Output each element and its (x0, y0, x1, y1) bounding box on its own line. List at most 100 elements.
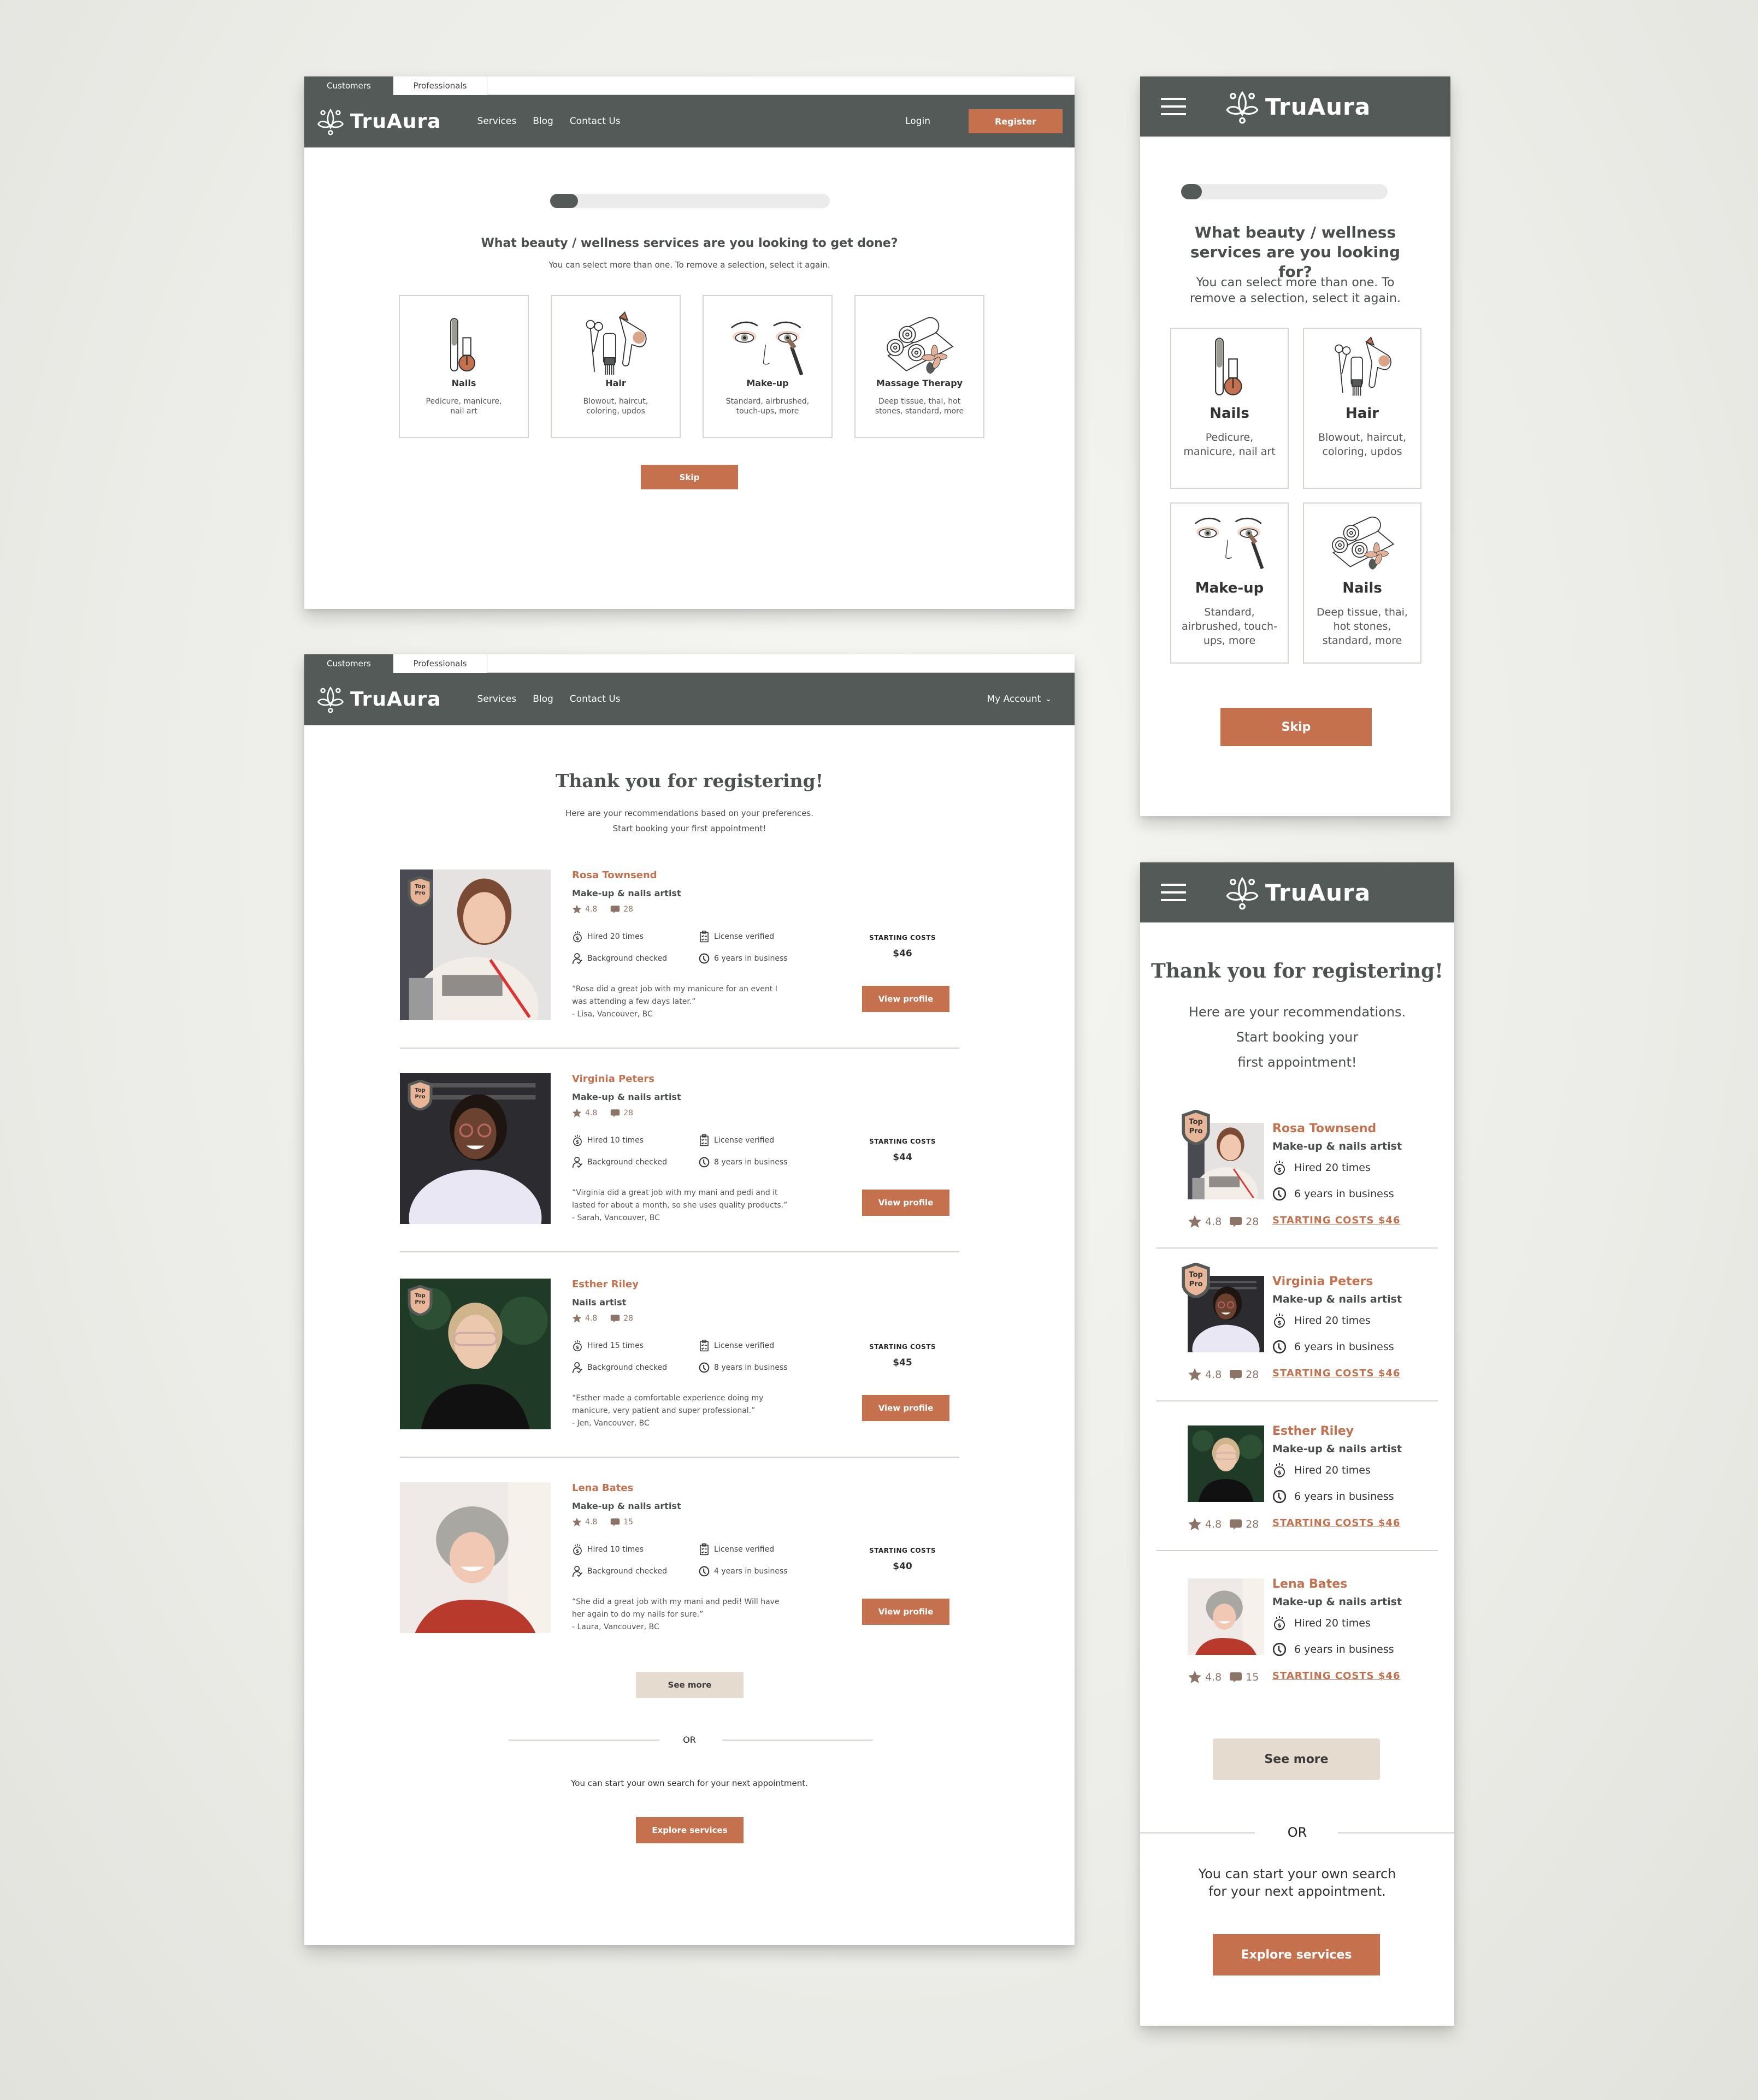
logo[interactable]: TruAura (316, 685, 441, 713)
reviews-bubble-icon (610, 904, 620, 914)
lotus-logo-icon (316, 107, 345, 135)
nav-contact-link[interactable]: Contact Us (570, 116, 621, 127)
nav-contact-link[interactable]: Contact Us (570, 694, 621, 705)
service-card[interactable]: Nails Deep tissue, thai, hot stones, sta… (1303, 502, 1421, 664)
rating: 4.8 (585, 1518, 598, 1527)
reviews-bubble-icon (610, 1314, 620, 1323)
service-card-massage[interactable]: Massage Therapy Deep tissue, thai, hot s… (854, 295, 984, 438)
question-subtitle: You can select more than one. To remove … (1190, 276, 1401, 305)
hired-coin-icon (1272, 1160, 1287, 1175)
pro-name[interactable]: Rosa Townsend (1272, 1122, 1376, 1135)
pro-role: Nails artist (572, 1297, 627, 1308)
view-profile-button[interactable]: View profile (862, 1395, 949, 1421)
rating: 4.8 (1205, 1671, 1222, 1683)
nav-blog-link[interactable]: Blog (533, 694, 553, 705)
pro-divider (1157, 1550, 1438, 1551)
service-desc: Deep tissue, thai, hot stones, standard,… (1317, 606, 1408, 647)
view-profile-button[interactable]: View profile (862, 986, 949, 1012)
license-verified: License verified (714, 1136, 775, 1145)
hired-count: Hired 20 times (1294, 1162, 1371, 1174)
service-card[interactable]: Nails Pedicure, manicure, nail art (1170, 328, 1289, 489)
service-card-makeup[interactable]: Make-up Standard, airbrushed, touch-ups,… (703, 295, 833, 438)
hamburger-menu-icon[interactable] (1161, 884, 1186, 901)
years-in-business: 6 years in business (1294, 1188, 1394, 1200)
rating: 4.8 (1205, 1216, 1222, 1228)
quote-author: - Jen, Vancouver, BC (572, 1419, 650, 1428)
years-in-business: 8 years in business (714, 1363, 788, 1372)
clock-icon (1272, 1186, 1287, 1202)
service-card-nails[interactable]: Nails Pedicure, manicure, nail art (399, 295, 529, 438)
pro-name[interactable]: Rosa Townsend (572, 869, 657, 881)
explore-services-button[interactable]: Explore services (1213, 1934, 1380, 1975)
review-quote: “She did a great job with my mani and pe… (572, 1596, 840, 1634)
audience-tabs: Customers Professionals (304, 654, 1075, 673)
or-divider-right (1338, 1832, 1454, 1833)
logo[interactable]: TruAura (1225, 89, 1371, 124)
clipboard-check-icon (699, 1134, 710, 1146)
lotus-logo-icon (316, 685, 345, 713)
view-profile-button[interactable]: View profile (862, 1599, 949, 1625)
starting-cost: $46 (893, 948, 912, 959)
hired-count: Hired 20 times (587, 932, 644, 941)
service-name: Hair (1345, 405, 1379, 422)
reviews-bubble-icon (1229, 1518, 1242, 1531)
nav-blog-link[interactable]: Blog (533, 116, 553, 127)
pro-name[interactable]: Lena Bates (572, 1482, 633, 1494)
starting-costs-link[interactable]: STARTING COSTS $46 (1272, 1215, 1400, 1226)
hired-count: Hired 20 times (1294, 1617, 1371, 1629)
starting-costs-link[interactable]: STARTING COSTS $46 (1272, 1670, 1400, 1682)
tab-customers[interactable]: Customers (304, 654, 393, 673)
badge-pro: Pro (1189, 1280, 1203, 1288)
towels-icon (884, 311, 955, 377)
tab-professionals[interactable]: Professionals (393, 76, 487, 95)
pro-name[interactable]: Esther Riley (572, 1279, 639, 1290)
lena-photo[interactable] (400, 1482, 551, 1633)
service-card-hair[interactable]: Hair Blowout, haircut, coloring, updos (551, 295, 681, 438)
nav-services-link[interactable]: Services (477, 116, 517, 127)
tabs-filler (487, 654, 1075, 673)
see-more-button[interactable]: See more (636, 1672, 744, 1698)
reviews-bubble-icon (610, 1517, 620, 1527)
tab-customers[interactable]: Customers (304, 76, 393, 95)
pro-name[interactable]: Esther Riley (1272, 1424, 1354, 1438)
badge-top: Top (415, 884, 426, 890)
tab-professionals[interactable]: Professionals (393, 654, 487, 673)
lena-photo[interactable] (1188, 1578, 1264, 1655)
my-account-menu[interactable]: My Account ⌄ (987, 694, 1052, 705)
top-pro-badge: Top Pro (408, 876, 433, 907)
skip-button[interactable]: Skip (1220, 708, 1372, 746)
pro-card: Esther Riley Make-up & nails artist Hire… (1151, 1412, 1443, 1554)
star-icon (572, 1517, 582, 1527)
logo[interactable]: TruAura (316, 107, 441, 135)
starting-costs-link[interactable]: STARTING COSTS $46 (1272, 1368, 1400, 1379)
audience-tabs: Customers Professionals (304, 76, 1075, 95)
hamburger-menu-icon[interactable] (1161, 98, 1186, 115)
esther-photo[interactable] (1188, 1425, 1264, 1502)
review-count: 28 (1246, 1369, 1259, 1381)
badge-top: Top (1189, 1271, 1203, 1279)
register-button[interactable]: Register (969, 109, 1063, 133)
license-verified: License verified (714, 1341, 775, 1350)
nav-services-link[interactable]: Services (477, 694, 517, 705)
login-link[interactable]: Login (905, 116, 930, 127)
starting-costs-link[interactable]: STARTING COSTS $46 (1272, 1517, 1400, 1529)
service-card[interactable]: Hair Blowout, haircut, coloring, updos (1303, 328, 1421, 489)
explore-services-button[interactable]: Explore services (636, 1817, 744, 1843)
hair-tools-icon (1324, 336, 1401, 398)
clock-icon (699, 1156, 710, 1168)
pro-name[interactable]: Virginia Peters (572, 1073, 654, 1085)
service-card[interactable]: Make-up Standard, airbrushed, touch-ups,… (1170, 502, 1289, 664)
star-icon (572, 1108, 582, 1118)
background-checked: Background checked (587, 1363, 667, 1372)
progress-fill (1181, 184, 1202, 199)
pro-name[interactable]: Lena Bates (1272, 1577, 1347, 1591)
skip-button[interactable]: Skip (641, 465, 738, 489)
review-count: 15 (623, 1518, 634, 1527)
reviews-bubble-icon (610, 1108, 620, 1118)
review-count: 28 (623, 905, 634, 914)
pro-name[interactable]: Virginia Peters (1272, 1275, 1373, 1288)
see-more-button[interactable]: See more (1213, 1738, 1380, 1780)
view-profile-button[interactable]: View profile (862, 1190, 949, 1216)
logo[interactable]: TruAura (1225, 875, 1371, 910)
service-desc: Blowout, haircut, coloring, updos (583, 397, 648, 416)
